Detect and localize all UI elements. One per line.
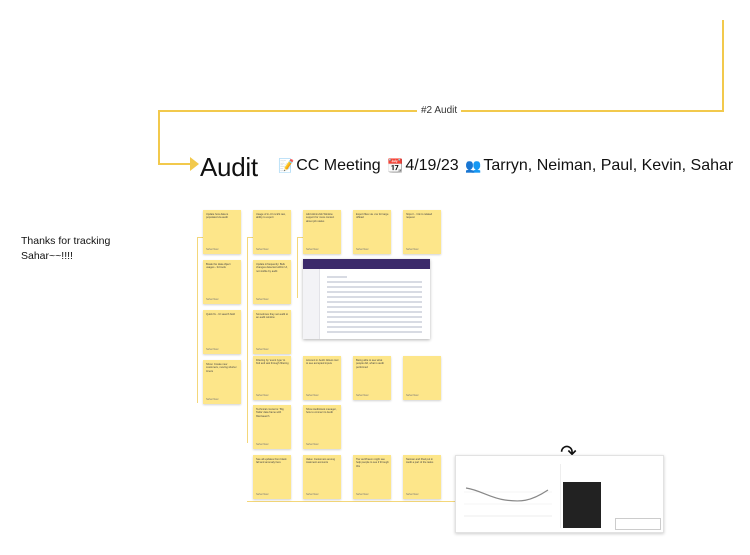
sticky-note[interactable]: Show AuditHook manager, how to connect t… [303,405,341,449]
sticky-note-text: Break the data object usages - 3d tools [206,263,231,270]
sticky-note[interactable]: Export files via .csv for large offload S… [353,210,391,254]
sticky-note-text: Sometimes they set audit to an audit win… [256,313,289,320]
sticky-note[interactable]: Update how data is populated via audit Sa… [203,210,241,254]
sticky-note-author: Sahar Nasr [356,248,369,251]
sticky-note-author: Sahar Nasr [256,443,269,446]
sticky-note[interactable]: Break the data object usages - 3d tools S… [203,260,241,304]
sticky-note[interactable]: Neiman and Paul put in Audit a part of t… [403,455,441,499]
sticky-note-author: Sahar Nasr [256,493,269,496]
sticky-note-author: Sahar Nasr [406,248,419,251]
flow-connector [722,20,724,110]
sticky-note-text: Usage of in-UI vs ES raw, ability to exp… [256,213,286,220]
side-note[interactable]: Thanks for tracking Sahar~~!!!! [21,234,131,264]
sticky-note[interactable]: Update infrequently: Bulk changes detect… [253,260,291,304]
connector-arrowhead [190,157,199,171]
sticky-note-text: Tier as Rheem might see help people to s… [356,458,389,468]
sticky-note-author: Sahar Nasr [256,348,269,351]
sticky-note-author: Sahar Nasr [206,398,219,401]
sticky-note[interactable]: Being able to see what people did, what … [353,356,391,400]
sticky-note-text: Account in Audit: Allows tool to see acc… [306,359,339,366]
meeting-info: 📝 CC Meeting 📆 4/19/23 👥 Tarryn, Neiman, Pa… [276,157,733,175]
calendar-icon: 📆 [387,158,404,173]
sticky-note-text: Update infrequently: Bulk changes detect… [256,263,288,273]
sticky-note-text: Quick fix - UI search field [206,313,235,316]
flow-connector [158,110,160,164]
app-screenshot[interactable] [303,259,430,339]
sticky-note[interactable]: Show: Create new customers, moving short… [203,360,241,404]
sticky-note[interactable]: Sahar Nasr [403,356,441,400]
attendees: Tarryn, Neiman, Paul, Kevin, Sahar [483,157,734,174]
sticky-note-author: Sahar Nasr [306,493,319,496]
sticky-note-author: Sahar Nasr [256,248,269,251]
line-chart [464,487,552,517]
sticky-note-author: Sahar Nasr [256,394,269,397]
sticky-note-text: Update how data is populated via audit [206,213,229,220]
memo-icon: 📝 [278,158,295,173]
sticky-note-text: Neiman and Paul put in Audit a part of t… [406,458,434,465]
meeting-date: 4/19/23 [405,157,459,174]
page-title: Audit [200,152,258,182]
chart-screenshot[interactable] [455,455,664,533]
sticky-note-author: Sahar Nasr [406,394,419,397]
sticky-note-author: Sahar Nasr [356,394,369,397]
sticky-note[interactable]: Technical concerns: 'Big Table' data fra… [253,405,291,449]
people-icon: 👥 [465,158,482,173]
sticky-note-text: Export files via .csv for large offload [356,213,389,220]
sticky-note-author: Sahar Nasr [206,298,219,301]
sticky-note-author: Sahar Nasr [206,348,219,351]
sticky-note[interactable]: Filtering by 'event type' to find and as… [253,356,291,400]
sticky-note-author: Sahar Nasr [406,493,419,496]
sticky-note[interactable]: See all updates from black fall and anom… [253,455,291,499]
dark-panel [563,482,601,528]
sticky-note[interactable]: Tier as Rheem might see help people to s… [353,455,391,499]
sticky-note[interactable]: Quick fix - UI search field Sahar Nasr [203,310,241,354]
meeting-name: CC Meeting [296,157,381,174]
flow-label: #2 Audit [417,105,462,116]
sticky-note[interactable]: Account in Audit: Allows tool to see acc… [303,356,341,400]
sticky-note-text: Show: Create new customers, moving short… [206,363,237,373]
sticky-note-text: Being able to see what people did, what … [356,359,384,369]
sticky-note[interactable]: https://... link to related request Sahar… [403,210,441,254]
sticky-note-author: Sahar Nasr [306,394,319,397]
sticky-note-text: Show AuditHook manager, how to connect t… [306,408,337,415]
sticky-note-text: See all updates from black fall and anom… [256,458,287,465]
sticky-note-author: Sahar Nasr [306,443,319,446]
sticky-note-text: Technical concerns: 'Big Table' data fra… [256,408,284,418]
sticky-note-text: Value: Customers among treatment account… [306,458,336,465]
sticky-note[interactable]: Value: Customers among treatment account… [303,455,341,499]
curved-arrow-icon: ↷ [560,442,577,464]
app-screenshot-sidebar [303,269,320,339]
sticky-note[interactable]: Usage of in-UI vs ES raw, ability to exp… [253,210,291,254]
sticky-note-text: Filtering by 'event type' to find and as… [256,359,289,366]
sticky-note[interactable]: Sometimes they set audit to an audit win… [253,310,291,354]
app-screenshot-header [303,259,430,269]
sticky-note-author: Sahar Nasr [356,493,369,496]
sticky-note-text: Add AdminJob Window support for more con… [306,213,335,223]
sticky-note-author: Sahar Nasr [256,298,269,301]
sticky-note-author: Sahar Nasr [206,248,219,251]
sticky-note-author: Sahar Nasr [306,248,319,251]
sticky-note-text: https://... link to related request [406,213,433,220]
sticky-note[interactable]: Add AdminJob Window support for more con… [303,210,341,254]
flow-connector [158,163,192,165]
detail-card [615,518,661,530]
